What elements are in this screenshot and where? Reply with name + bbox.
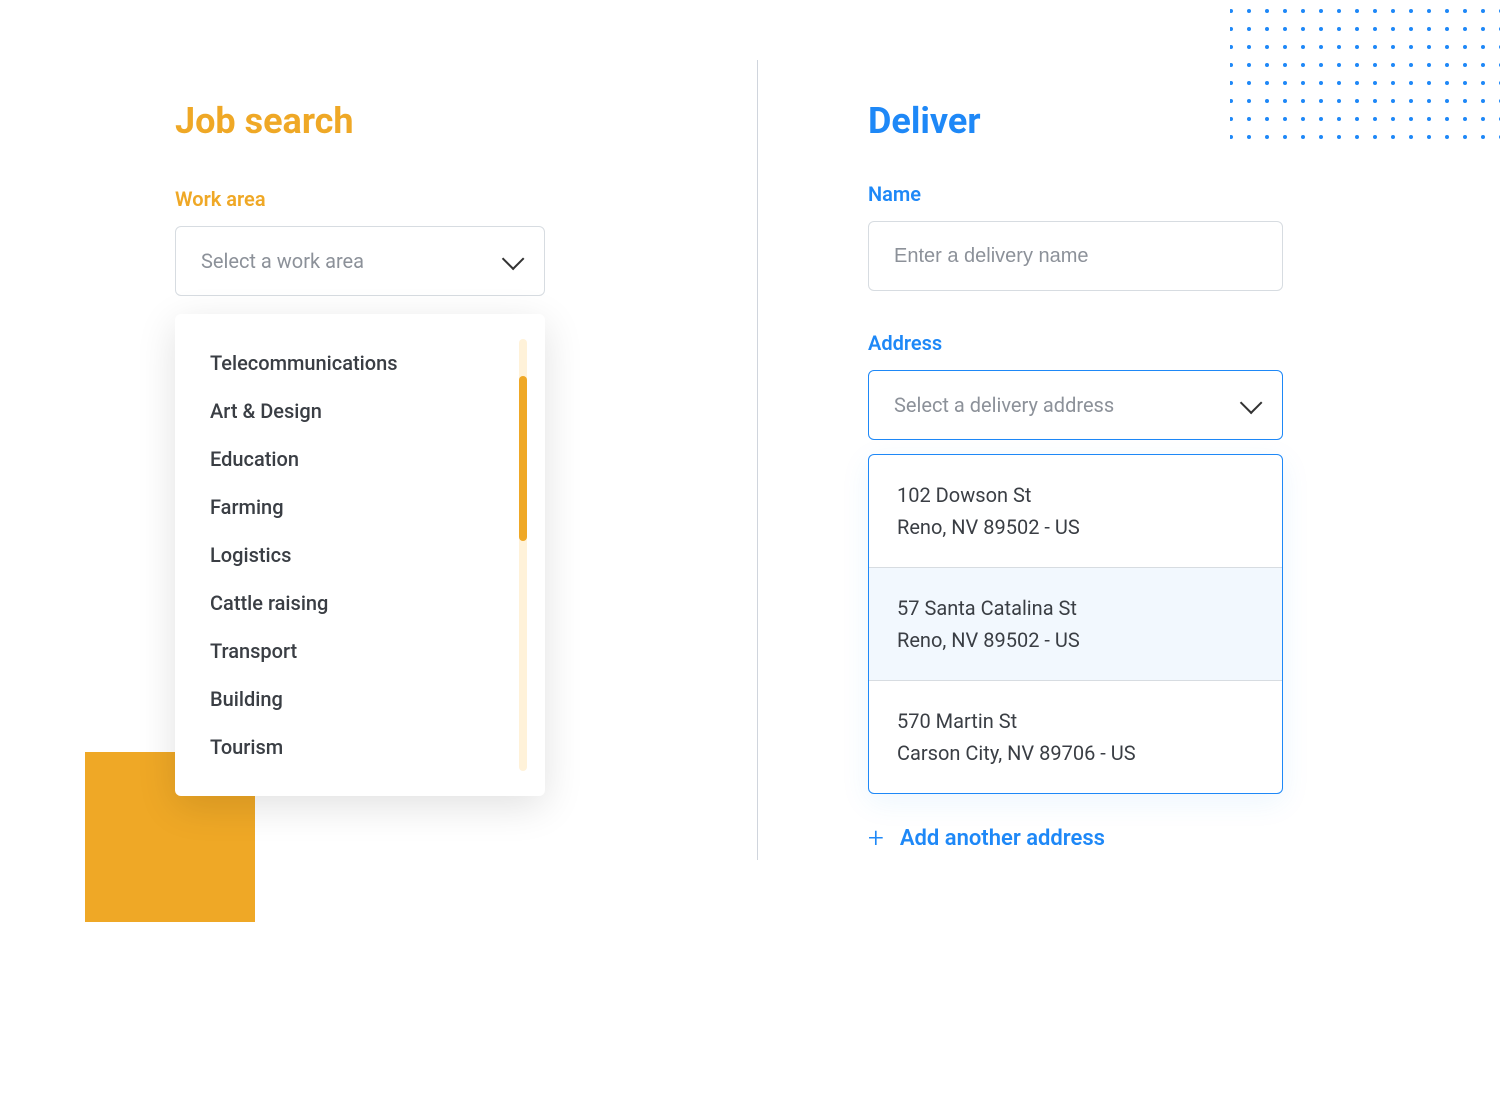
work-area-option[interactable]: Cattle raising [175,579,545,627]
address-line-1: 102 Dowson St [897,479,1254,511]
work-area-placeholder: Select a work area [201,249,364,273]
address-dropdown: 102 Dowson StReno, NV 89502 - US57 Santa… [868,454,1283,794]
deliver-panel: Deliver Name Address Select a delivery a… [758,0,1500,1100]
chevron-down-icon [502,248,525,271]
work-area-option[interactable]: Transport [175,627,545,675]
work-area-select[interactable]: Select a work area [175,226,545,296]
address-option[interactable]: 57 Santa Catalina StReno, NV 89502 - US [869,568,1282,681]
address-line-2: Reno, NV 89502 - US [897,624,1254,656]
address-option[interactable]: 102 Dowson StReno, NV 89502 - US [869,455,1282,568]
work-area-option[interactable]: Art & Design [175,387,545,435]
work-area-option[interactable]: Tourism [175,723,545,771]
work-area-option[interactable]: Logistics [175,531,545,579]
address-line-2: Reno, NV 89502 - US [897,511,1254,543]
address-select[interactable]: Select a delivery address [868,370,1283,440]
work-area-option[interactable]: Education [175,435,545,483]
address-label: Address [868,331,1350,355]
work-area-option[interactable]: Farming [175,483,545,531]
scrollbar-thumb[interactable] [519,376,527,541]
delivery-name-input[interactable] [868,221,1283,291]
chevron-down-icon [1240,392,1263,415]
add-address-button[interactable]: + Add another address [868,824,1350,852]
name-label: Name [868,182,1350,206]
address-line-2: Carson City, NV 89706 - US [897,737,1254,769]
work-area-dropdown: TelecommunicationsArt & DesignEducationF… [175,314,545,796]
work-area-option[interactable]: Telecommunications [175,339,545,387]
address-option[interactable]: 570 Martin StCarson City, NV 89706 - US [869,681,1282,793]
job-search-panel: Job search Work area Select a work area … [0,0,757,1100]
work-area-label: Work area [175,187,657,211]
deliver-title: Deliver [868,100,1350,142]
plus-icon: + [868,824,884,852]
address-line-1: 570 Martin St [897,705,1254,737]
add-address-label: Add another address [900,826,1105,851]
job-search-title: Job search [175,100,657,142]
address-line-1: 57 Santa Catalina St [897,592,1254,624]
work-area-option[interactable]: Building [175,675,545,723]
address-placeholder: Select a delivery address [894,393,1114,417]
